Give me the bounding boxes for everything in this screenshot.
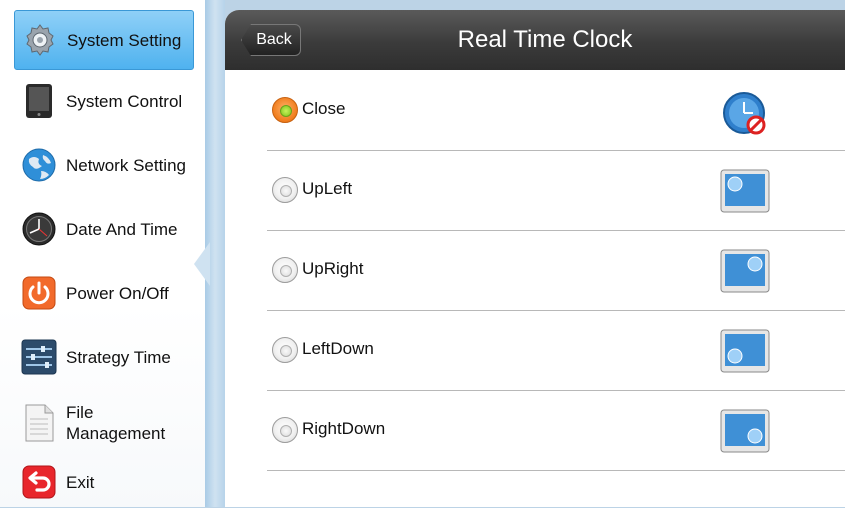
sidebar-item-power-on-off[interactable]: Power On/Off [14,264,194,322]
option-label: UpLeft [302,179,353,198]
sidebar-item-label: Date And Time [66,219,178,239]
screen-clock-leftdown-icon [720,329,770,373]
screen-clock-upright-icon [720,249,770,293]
sidebar-item-label: Power On/Off [66,283,169,303]
option-row-leftdown[interactable]: LeftDown [267,311,845,391]
sidebar-item-system-control[interactable]: System Control [14,72,194,130]
option-label: RightDown [302,419,386,438]
radio-upleft[interactable] [272,177,298,203]
radio-close[interactable] [272,97,298,123]
sidebar-item-file-management[interactable]: File Management [14,392,194,454]
active-indicator-notch [194,242,210,286]
sidebar-item-date-and-time[interactable]: Date And Time [14,200,194,258]
screen-clock-upleft-icon [720,169,770,213]
clock-disabled-icon [720,89,770,135]
option-row-close[interactable]: Close [267,71,845,151]
power-icon [20,274,58,312]
sidebar-item-label: Exit [66,472,95,492]
sidebar-item-exit[interactable]: Exit [14,456,194,508]
radio-leftdown[interactable] [272,337,298,363]
main-panel: Back Real Time Clock Close UpLeft UpRigh… [225,10,845,507]
sliders-icon [20,338,58,376]
option-label: Close [302,99,346,118]
option-row-rightdown[interactable]: RightDown [267,391,845,471]
sidebar-item-label: System Setting [67,30,182,50]
sidebar-item-label: Strategy Time [66,347,171,367]
option-label: LeftDown [302,339,374,358]
header-bar: Back Real Time Clock [225,10,845,70]
sidebar-item-label: File Management [66,403,166,443]
page-title: Real Time Clock [457,26,633,53]
sidebar-item-strategy-time[interactable]: Strategy Time [14,328,194,386]
exit-icon [20,463,58,501]
option-label: UpRight [302,259,364,278]
sidebar-item-system-setting[interactable]: System Setting [14,10,194,70]
option-row-upleft[interactable]: UpLeft [267,151,845,231]
globe-icon [20,146,58,184]
screen-clock-rightdown-icon [720,409,770,453]
tablet-icon [20,82,58,120]
radio-rightdown[interactable] [272,417,298,443]
sidebar-item-label: Network Setting [66,155,186,175]
gear-icon [21,21,59,59]
clock-icon [20,210,58,248]
sidebar-item-label: System Control [66,91,183,111]
document-icon [20,404,58,442]
sidebar-item-network-setting[interactable]: Network Setting [14,136,194,194]
sidebar: System Setting System Control Network Se… [0,0,205,507]
radio-upright[interactable] [272,257,298,283]
option-row-upright[interactable]: UpRight [267,231,845,311]
